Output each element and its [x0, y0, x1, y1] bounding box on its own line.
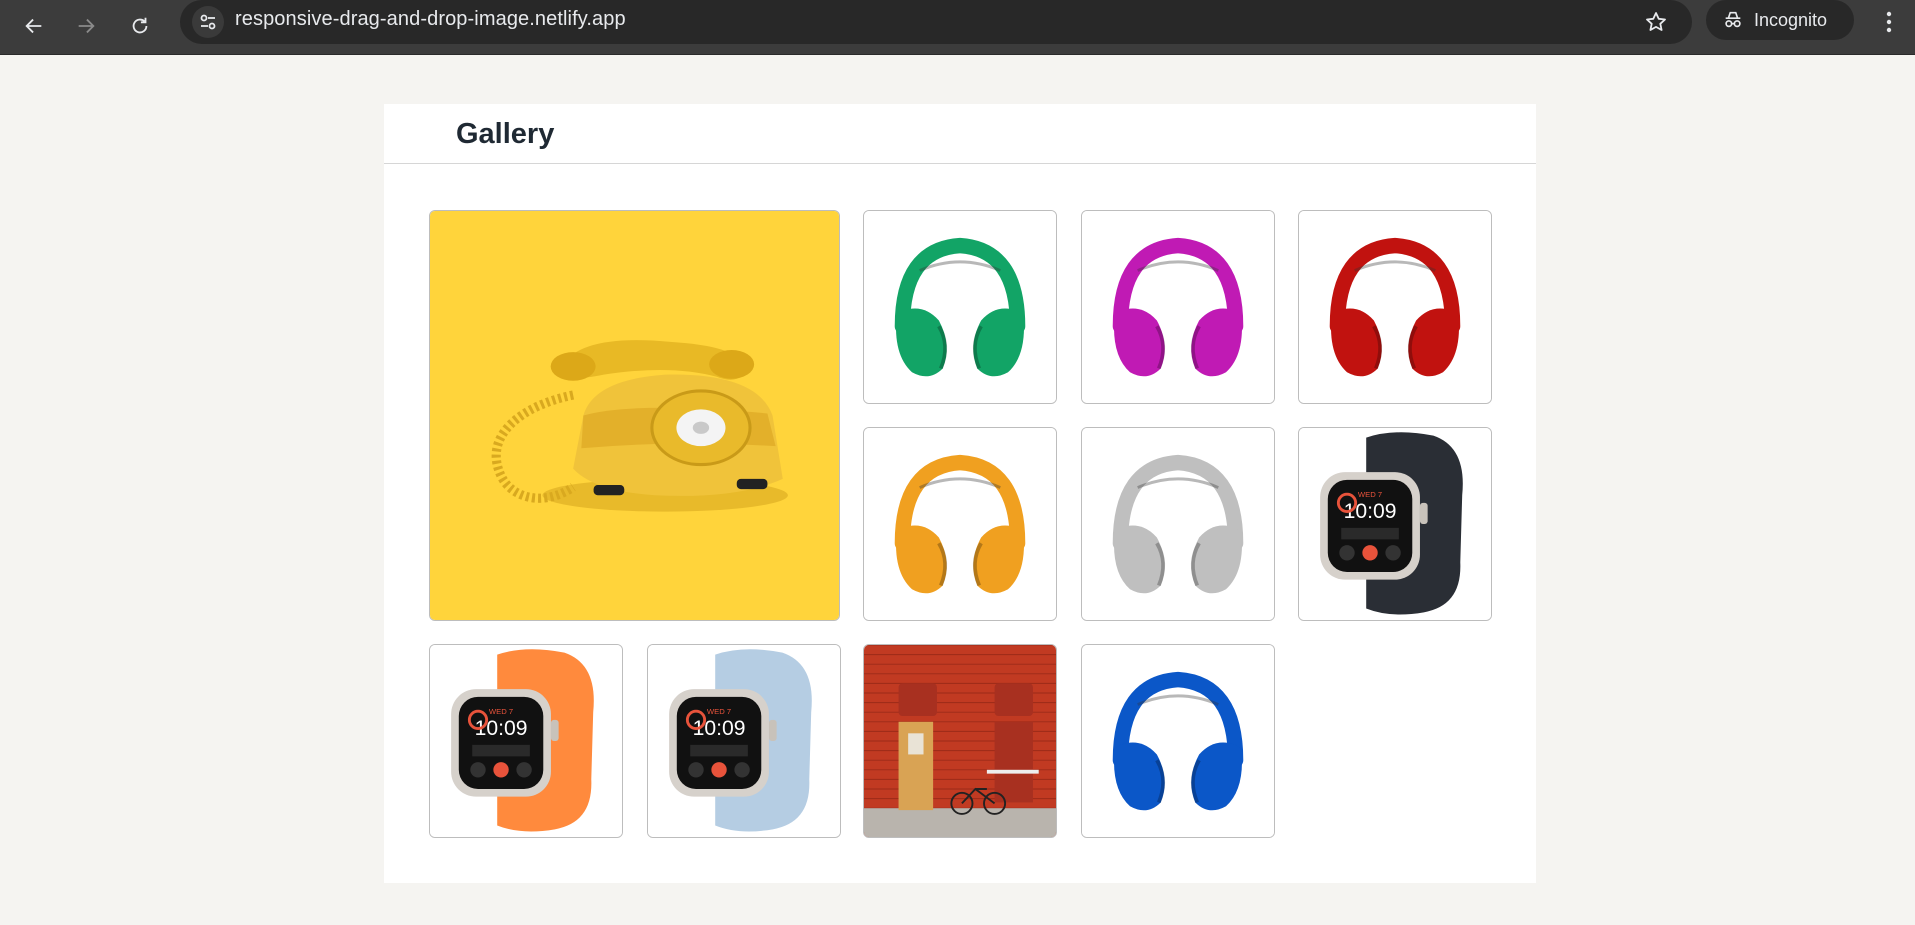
- gallery-image-green-headphones[interactable]: [863, 210, 1057, 404]
- back-button[interactable]: [16, 8, 52, 44]
- reload-button[interactable]: [122, 8, 158, 44]
- browser-menu-button[interactable]: [1875, 4, 1903, 40]
- orange-headphones-image: [864, 428, 1056, 620]
- url-text[interactable]: responsive-drag-and-drop-image.netlify.a…: [235, 0, 626, 38]
- gallery-image-orange-headphones[interactable]: [863, 427, 1057, 621]
- gallery-card: Gallery WED 7 10:09 WED 7 10:09 WED 7 10…: [384, 104, 1536, 883]
- telephone-image: [430, 211, 839, 620]
- reload-icon: [132, 17, 148, 34]
- gallery-image-telephone[interactable]: [429, 210, 840, 621]
- address-bar[interactable]: responsive-drag-and-drop-image.netlify.a…: [180, 0, 1692, 44]
- green-headphones-image: [864, 211, 1056, 403]
- gallery-image-red-brick-wall-with-door-and-bicycle[interactable]: [863, 644, 1057, 838]
- silver-headphones-image: [1082, 428, 1274, 620]
- incognito-indicator[interactable]: Incognito: [1706, 0, 1854, 40]
- bookmark-button[interactable]: [1640, 6, 1672, 38]
- svg-text:WED 7: WED 7: [707, 707, 731, 716]
- gallery-image-magenta-headphones[interactable]: [1081, 210, 1275, 404]
- incognito-label: Incognito: [1754, 9, 1828, 30]
- smartwatch-light-blue-band-image: WED 7 10:09: [648, 645, 840, 837]
- browser-toolbar: responsive-drag-and-drop-image.netlify.a…: [0, 0, 1915, 55]
- red-headphones-image: [1299, 211, 1491, 403]
- gallery-image-blue-headphones[interactable]: [1081, 644, 1275, 838]
- arrow-left-icon: [25, 18, 42, 34]
- magenta-headphones-image: [1082, 211, 1274, 403]
- gallery-image-smartwatch-orange-band[interactable]: WED 7 10:09: [429, 644, 623, 838]
- more-vertical-icon: [1886, 11, 1892, 33]
- gallery-image-silver-headphones[interactable]: [1081, 427, 1275, 621]
- incognito-icon: [1725, 11, 1741, 28]
- tune-icon: [200, 14, 216, 30]
- red-brick-wall-with-door-and-bicycle-image: [864, 645, 1056, 837]
- smartwatch-black-band-image: WED 7 10:09: [1299, 428, 1491, 620]
- gallery-header: Gallery: [384, 104, 1536, 164]
- svg-text:WED 7: WED 7: [1358, 490, 1382, 499]
- gallery-image-smartwatch-black-band[interactable]: WED 7 10:09: [1298, 427, 1492, 621]
- page-title: Gallery: [456, 118, 555, 150]
- arrow-right-icon: [78, 18, 95, 34]
- site-info-button[interactable]: [192, 6, 224, 38]
- svg-text:WED 7: WED 7: [489, 707, 513, 716]
- gallery-image-smartwatch-light-blue-band[interactable]: WED 7 10:09: [647, 644, 841, 838]
- gallery-image-red-headphones[interactable]: [1298, 210, 1492, 404]
- smartwatch-orange-band-image: WED 7 10:09: [430, 645, 622, 837]
- star-icon: [1646, 12, 1666, 31]
- forward-button[interactable]: [68, 8, 104, 44]
- blue-headphones-image: [1082, 645, 1274, 837]
